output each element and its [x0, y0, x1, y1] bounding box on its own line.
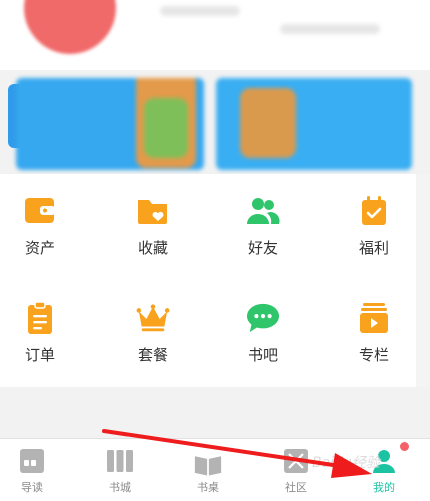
content-gap [0, 387, 430, 438]
tab-label: 导读 [21, 481, 43, 494]
tab-label: 书桌 [197, 481, 219, 494]
profile-header [0, 0, 430, 70]
profile-blurred-text [160, 6, 240, 16]
menu-item-label: 资产 [24, 239, 55, 257]
menu-item-assets[interactable]: 资产 [0, 174, 92, 269]
menu-item-label: 套餐 [137, 346, 168, 364]
tab-guide[interactable]: 导读 [0, 439, 75, 501]
watermark: Baidu经验 [312, 455, 380, 471]
menu-item-orders[interactable]: 订单 [0, 281, 92, 376]
menu-item-label: 书吧 [247, 346, 278, 364]
feature-grid: 资产 收藏 好友 福利 订单 套餐 书吧 专栏 [0, 174, 416, 387]
bookstore-icon [106, 447, 134, 475]
tab-label: 书城 [109, 481, 131, 494]
order-clipboard-icon [23, 301, 57, 335]
menu-item-label: 专栏 [358, 346, 389, 364]
banner-card-right[interactable] [216, 78, 412, 170]
crown-icon [136, 301, 170, 335]
menu-item-label: 好友 [247, 239, 278, 257]
menu-item-book-bar[interactable]: 书吧 [211, 281, 315, 376]
guide-icon [18, 447, 46, 475]
friends-icon [246, 194, 280, 228]
favorite-folder-icon [136, 194, 170, 228]
menu-item-label: 福利 [358, 239, 389, 257]
banner-card-left[interactable] [16, 78, 204, 170]
menu-item-columns[interactable]: 专栏 [322, 281, 426, 376]
tab-bookstore[interactable]: 书城 [77, 439, 163, 501]
notification-badge [400, 442, 409, 451]
desk-book-icon [194, 451, 222, 479]
menu-item-packages[interactable]: 套餐 [101, 281, 205, 376]
menu-item-label: 订单 [24, 346, 55, 364]
welfare-check-icon [357, 194, 391, 228]
menu-item-favorites[interactable]: 收藏 [101, 174, 205, 269]
tab-label: 我的 [373, 481, 395, 494]
profile-blurred-text [280, 24, 380, 34]
menu-item-friends[interactable]: 好友 [211, 174, 315, 269]
tab-desk[interactable]: 书桌 [165, 439, 251, 501]
menu-item-label: 收藏 [137, 239, 168, 257]
tab-label: 社区 [285, 481, 307, 494]
wallet-icon [23, 194, 57, 228]
chat-bubble-icon [246, 301, 280, 335]
column-play-icon [357, 301, 391, 335]
avatar[interactable] [24, 0, 116, 54]
community-icon [282, 447, 310, 475]
menu-item-welfare[interactable]: 福利 [322, 174, 426, 269]
